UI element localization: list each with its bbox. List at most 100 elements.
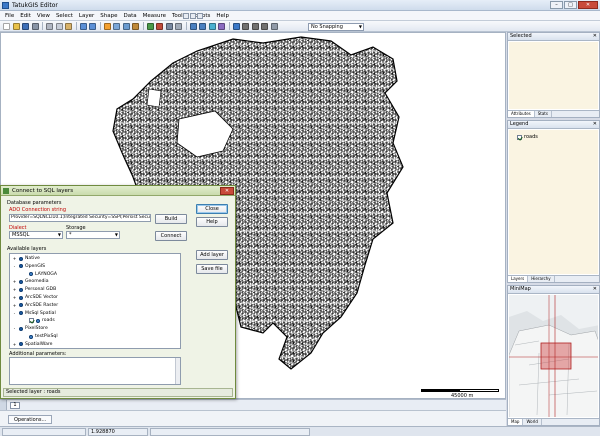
tree-node-native[interactable]: + Native <box>12 256 40 261</box>
tab-attributes[interactable]: Attributes <box>508 111 535 117</box>
expand-icon[interactable]: + <box>12 256 17 261</box>
close-button[interactable]: Close <box>196 204 228 214</box>
tree-node-pixelstore[interactable]: - PixelStore <box>12 326 48 331</box>
measure-icon[interactable] <box>218 23 225 30</box>
menu-layer[interactable]: Layer <box>76 13 97 19</box>
tab-world[interactable]: World <box>523 419 542 425</box>
zoom-icon[interactable] <box>122 23 130 30</box>
minimize-icon[interactable]: – <box>550 1 563 9</box>
redo-icon[interactable] <box>89 23 96 30</box>
connect-button[interactable]: Connect <box>155 231 187 241</box>
save-icon[interactable] <box>22 23 29 30</box>
tab-map[interactable]: Map <box>508 419 524 425</box>
expand-icon[interactable]: + <box>12 342 17 347</box>
status-bar: 1.928870 <box>0 426 600 436</box>
mdi-restore-icon[interactable] <box>190 13 196 19</box>
tab-stats[interactable]: Stats <box>535 111 552 117</box>
available-layers-tree[interactable]: + Native - OpenGIS LAYNOGA + Geomedia + Personal… <box>9 253 181 349</box>
expand-icon[interactable]: + <box>12 303 17 308</box>
tree-node-geomedia[interactable]: + Geomedia <box>12 279 49 284</box>
edit-icon[interactable] <box>113 23 120 30</box>
ado-connection-label: ADO Connection string <box>9 207 67 213</box>
chevron-down-icon: ▼ <box>57 232 61 237</box>
legend-layer-roads[interactable]: roads <box>517 134 538 140</box>
zoom-in-icon[interactable] <box>189 23 197 30</box>
tab-hierarchy[interactable]: Hierarchy <box>528 276 555 282</box>
collapse-icon[interactable]: - <box>12 326 17 331</box>
close-icon[interactable]: ✕ <box>578 1 598 9</box>
tree-node-label: MsSql Spatial <box>25 310 56 316</box>
info-icon[interactable] <box>232 23 240 30</box>
minimap-extent-box[interactable] <box>540 342 572 370</box>
help-button[interactable]: Help <box>196 217 228 227</box>
layer-add-icon[interactable] <box>146 23 154 30</box>
collapse-icon[interactable]: - <box>12 264 17 269</box>
layer-visible-checkbox[interactable] <box>517 134 522 140</box>
view-tab-1[interactable]: 1 <box>10 402 20 409</box>
undo-icon[interactable] <box>79 23 87 30</box>
attribute-icon[interactable] <box>165 23 173 30</box>
full-extent-icon[interactable] <box>208 23 216 30</box>
print-icon[interactable] <box>31 23 39 30</box>
pan-icon[interactable] <box>132 23 139 30</box>
tree-node-label: Geomedia <box>25 279 49 285</box>
window-controls: – □ ✕ <box>550 1 598 9</box>
new-icon[interactable] <box>3 23 10 30</box>
draw-line-icon[interactable] <box>242 23 249 30</box>
storage-select[interactable]: * ▼ <box>66 231 120 239</box>
draw-point-icon[interactable] <box>251 23 259 30</box>
chevron-down-icon: ▼ <box>114 232 118 237</box>
cut-icon[interactable] <box>46 23 53 30</box>
mdi-minimize-icon[interactable] <box>183 13 189 19</box>
ado-connection-input[interactable]: Provider=SQLNCLI10.1;Integrated Security… <box>9 214 151 222</box>
expand-icon[interactable]: + <box>12 287 17 292</box>
menu-edit[interactable]: Edit <box>17 13 34 19</box>
build-button[interactable]: Build <box>155 214 187 224</box>
tree-node-arcsde-raster[interactable]: + ArcSDE Raster <box>12 303 58 308</box>
additional-params-textarea[interactable] <box>9 357 181 385</box>
minimap-canvas[interactable] <box>509 295 598 417</box>
add-layer-button[interactable]: Add layer <box>196 250 228 260</box>
open-icon[interactable] <box>12 23 20 30</box>
copy-icon[interactable] <box>55 23 63 30</box>
table-icon[interactable] <box>175 23 182 30</box>
maximize-icon[interactable]: □ <box>564 1 577 9</box>
paste-icon[interactable] <box>65 23 72 30</box>
expand-icon[interactable]: + <box>12 279 17 284</box>
close-icon[interactable]: ✕ <box>593 33 597 40</box>
collapse-icon[interactable]: - <box>12 311 17 316</box>
tree-node-arcsde-vector[interactable]: + ArcSDE Vector <box>12 295 58 300</box>
tree-node-personal-gdb[interactable]: + Personal GDB <box>12 287 56 292</box>
status-pane-blank <box>2 428 86 436</box>
tree-node-laynoga[interactable]: LAYNOGA <box>22 272 57 277</box>
tab-layers[interactable]: Layers <box>508 276 529 282</box>
snap-icon[interactable] <box>270 23 278 30</box>
draw-polygon-icon[interactable] <box>261 23 268 30</box>
expand-icon[interactable]: + <box>12 295 17 300</box>
save-file-button[interactable]: Save file <box>196 264 228 274</box>
tree-node-mssql-spatial[interactable]: - MsSql Spatial <box>12 311 56 316</box>
tree-node-opengis[interactable]: - OpenGIS <box>12 264 45 269</box>
menu-file[interactable]: File <box>2 13 17 19</box>
menu-data[interactable]: Data <box>120 13 139 19</box>
operations-button[interactable]: Operations... <box>8 415 53 424</box>
tree-node-roads[interactable]: roads <box>22 318 55 324</box>
menu-help[interactable]: Help <box>213 13 232 19</box>
select-icon[interactable] <box>103 23 111 30</box>
menu-measure[interactable]: Measure <box>140 13 169 19</box>
mdi-close-icon[interactable] <box>197 13 203 19</box>
zoom-out-icon[interactable] <box>199 23 206 30</box>
layer-checkbox[interactable] <box>29 318 34 324</box>
close-icon[interactable]: ✕ <box>593 286 597 293</box>
tree-node-spatialware[interactable]: + SpatialWare <box>12 342 53 347</box>
layer-remove-icon[interactable] <box>156 23 163 30</box>
dialect-select[interactable]: MSSQL ▼ <box>9 231 63 239</box>
tree-node-testpixsql[interactable]: testPixSql <box>22 334 58 339</box>
close-icon[interactable]: ✕ <box>220 187 234 195</box>
close-icon[interactable]: ✕ <box>593 121 597 128</box>
menu-select[interactable]: Select <box>53 13 76 19</box>
textarea-scrollbar[interactable] <box>175 358 180 384</box>
menu-shape[interactable]: Shape <box>97 13 120 19</box>
snapping-select[interactable]: No Snapping ▼ <box>308 22 364 31</box>
menu-view[interactable]: View <box>34 13 53 19</box>
